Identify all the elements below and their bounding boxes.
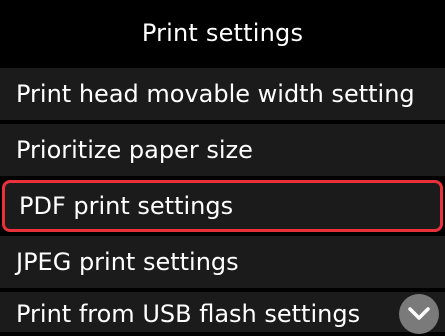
menu-item-label: Print head movable width setting: [16, 80, 415, 108]
menu-item-prioritize-paper-size[interactable]: Prioritize paper size: [0, 124, 445, 176]
menu-item-print-head-movable-width[interactable]: Print head movable width setting: [0, 68, 445, 120]
menu-item-label: PDF print settings: [19, 192, 234, 220]
menu-item-pdf-print-settings[interactable]: PDF print settings: [2, 180, 443, 232]
menu-item-jpeg-print-settings[interactable]: JPEG print settings: [0, 236, 445, 288]
settings-menu-list: Print head movable width setting Priorit…: [0, 68, 445, 336]
chevron-down-icon: [408, 307, 430, 320]
menu-item-label: Print from USB flash settings: [16, 300, 361, 328]
menu-item-label: JPEG print settings: [16, 248, 239, 276]
scroll-down-button[interactable]: [399, 294, 439, 334]
menu-item-print-from-usb-flash[interactable]: Print from USB flash settings: [0, 292, 445, 332]
page-title: Print settings: [141, 19, 304, 47]
menu-item-label: Prioritize paper size: [16, 136, 253, 164]
printer-settings-screen: Print settings Print head movable width …: [0, 0, 445, 336]
